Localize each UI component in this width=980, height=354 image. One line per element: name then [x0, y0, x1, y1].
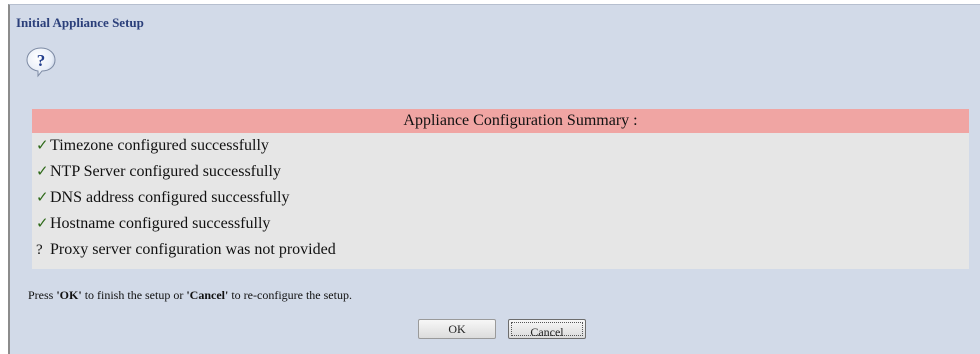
summary-header: Appliance Configuration Summary : — [32, 109, 969, 133]
setup-dialog: Initial Appliance Setup ? Appliance Conf… — [8, 4, 980, 354]
summary-item-proxy: ? Proxy server configuration was not prov… — [32, 237, 969, 263]
summary-item-label: Timezone configured successfully — [50, 137, 269, 154]
summary-item-dns: ✓DNS address configured successfully — [32, 185, 969, 211]
dialog-title: Initial Appliance Setup — [16, 15, 144, 30]
check-icon: ✓ — [36, 190, 49, 206]
question-icon: ? — [24, 45, 58, 79]
configuration-summary: Appliance Configuration Summary : ✓Timez… — [32, 109, 969, 269]
cancel-button-label: Cancel — [511, 322, 583, 339]
summary-item-label: Hostname configured successfully — [50, 215, 271, 232]
check-icon: ✓ — [36, 216, 49, 232]
summary-item-label: DNS address configured successfully — [50, 189, 290, 206]
check-icon: ✓ — [36, 164, 49, 180]
summary-item-label: Proxy server configuration was not provi… — [50, 241, 336, 258]
ok-button[interactable]: OK — [418, 319, 496, 339]
instruction-middle: to finish the setup or — [81, 288, 187, 302]
check-icon: ✓ — [36, 138, 49, 154]
instruction-prefix: Press — [28, 288, 57, 302]
svg-text:?: ? — [37, 51, 46, 70]
instruction-ok-word: 'OK' — [56, 288, 82, 302]
instruction-cancel-word: 'Cancel' — [186, 288, 229, 302]
instruction-text: Press 'OK' to finish the setup or 'Cance… — [28, 288, 352, 303]
question-mark-icon: ? — [36, 242, 43, 258]
summary-item-hostname: ✓Hostname configured successfully — [32, 211, 969, 237]
summary-header-label: Appliance Configuration Summary : — [403, 112, 638, 129]
summary-item-label: NTP Server configured successfully — [50, 163, 281, 180]
cancel-button[interactable]: Cancel — [508, 319, 586, 339]
instruction-suffix: to re-configure the setup. — [228, 288, 352, 302]
summary-item-ntp: ✓NTP Server configured successfully — [32, 159, 969, 185]
summary-item-timezone: ✓Timezone configured successfully — [32, 133, 969, 159]
